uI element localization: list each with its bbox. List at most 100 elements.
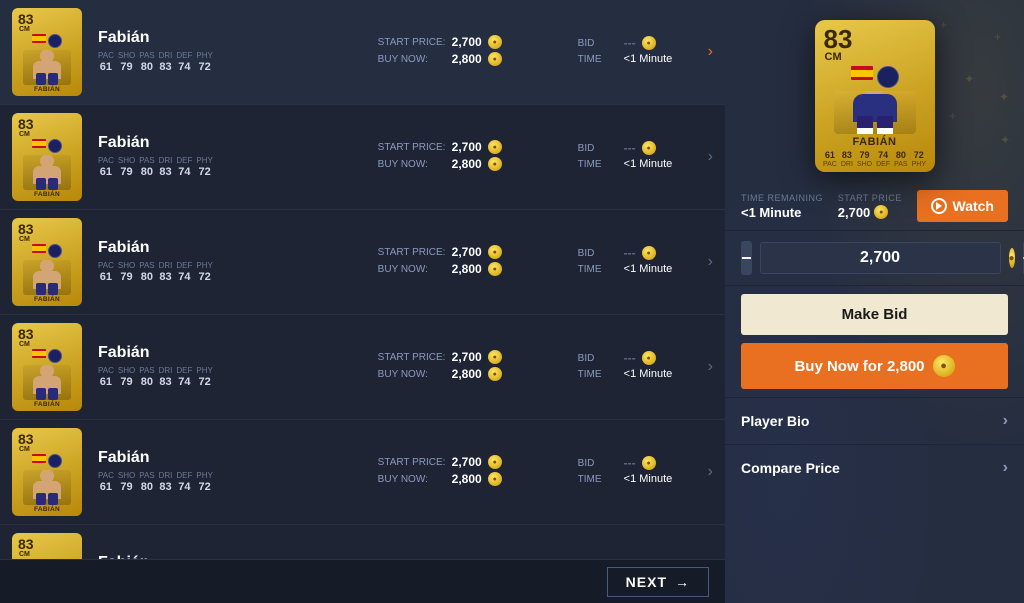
card-player-image <box>23 260 71 295</box>
buy-now-button[interactable]: Buy Now for 2,800 ● <box>741 343 1008 389</box>
stat-dri: DRI 83 <box>159 51 173 73</box>
bid-row: BID --- ● <box>578 36 692 50</box>
player-row[interactable]: 83 CM <box>0 420 725 525</box>
stat-pas: PAS 80 <box>139 156 154 178</box>
stat-pac: PAC 61 <box>98 51 114 73</box>
watch-label: Watch <box>953 198 994 214</box>
bid-row-value: --- <box>624 141 636 155</box>
player-row[interactable]: 83 CM <box>0 210 725 315</box>
bid-decrease-button[interactable]: − <box>741 241 752 275</box>
card-flags <box>32 139 62 153</box>
info-row: TIME REMAINING <1 Minute START PRICE 2,7… <box>725 182 1024 231</box>
bid-row-coin: ● <box>642 456 656 470</box>
stat-pas: PAS 80 <box>139 471 154 493</box>
buy-now-row-label: BUY NOW: <box>378 369 446 380</box>
card-player-image <box>23 155 71 190</box>
player-row[interactable]: 83 CM <box>0 0 725 105</box>
time-row: TIME <1 Minute <box>578 368 692 380</box>
flag-spain-icon <box>32 34 46 43</box>
stat-def: DEF 74 <box>176 366 192 388</box>
time-row: TIME <1 Minute <box>578 263 692 275</box>
player-info: Fabián PAC 61 SHO 79 PAS 80 <box>82 344 370 390</box>
card-position: CM <box>19 551 30 558</box>
next-label: NEXT <box>626 574 667 590</box>
stat-dri: DRI 83 <box>159 366 173 388</box>
stat-phy: PHY 72 <box>196 471 212 493</box>
hero-name: FABIÁN <box>853 136 897 148</box>
start-price-row-value: 2,700 <box>452 140 482 154</box>
bid-section: BID --- ● TIME <1 Minute <box>570 246 700 278</box>
buy-now-row-value: 2,800 <box>452 52 482 66</box>
stat-def: DEF 74 <box>176 261 192 283</box>
player-row[interactable]: 83 CM <box>0 525 725 559</box>
row-chevron-icon: › <box>708 358 713 376</box>
compare-price-menu-item[interactable]: Compare Price › <box>725 444 1024 491</box>
start-price-row-value: 2,700 <box>452 455 482 469</box>
player-info: Fabián PAC 61 SHO 79 PAS 80 <box>82 134 370 180</box>
buy-now-row-label: BUY NOW: <box>378 474 446 485</box>
pricing-section: START PRICE: 2,700 ● BUY NOW: 2,800 ● <box>370 35 570 69</box>
player-card: 83 CM <box>12 113 82 201</box>
flag-spain-icon <box>32 244 46 253</box>
right-panel: ✦ ✦ + + ✦ + ✦ 83 CM <box>725 0 1024 603</box>
bid-row-coin: ● <box>642 246 656 260</box>
hero-icons <box>851 66 899 88</box>
bid-row-label: BID <box>578 38 618 49</box>
player-name: Fabián <box>98 449 150 467</box>
card-position: CM <box>19 131 30 138</box>
bid-row: BID --- ● <box>578 456 692 470</box>
bid-section: BID --- ● TIME <1 Minute <box>570 351 700 383</box>
stat-pac: PAC 61 <box>98 261 114 283</box>
player-name: Fabián <box>98 239 150 257</box>
buy-now-coin: ● <box>488 52 502 66</box>
card-name: FABIÁN <box>34 296 60 303</box>
next-button[interactable]: NEXT → <box>607 567 709 597</box>
buy-now-row-value: 2,800 <box>452 367 482 381</box>
player-bio-label: Player Bio <box>741 413 809 429</box>
card-player-image <box>23 470 71 505</box>
start-price-row: START PRICE: 2,700 ● <box>378 455 562 469</box>
stat-dri: DRI 83 <box>159 261 173 283</box>
player-list[interactable]: 83 CM <box>0 0 725 559</box>
card-rating: 83 <box>18 327 34 341</box>
player-info: Fabián PAC 61 SHO 79 PAS 80 <box>82 239 370 285</box>
bid-row-value: --- <box>624 246 636 260</box>
bid-row-label: BID <box>578 353 618 364</box>
watch-button[interactable]: Watch <box>917 190 1008 222</box>
card-flags <box>32 34 62 48</box>
bid-row-label: BID <box>578 248 618 259</box>
make-bid-button[interactable]: Make Bid <box>741 294 1008 335</box>
player-row[interactable]: 83 CM <box>0 105 725 210</box>
flag-spain-icon <box>32 349 46 358</box>
watch-play-icon <box>931 198 947 214</box>
card-name: FABIÁN <box>34 506 60 513</box>
buy-now-row-label: BUY NOW: <box>378 54 446 65</box>
card-name: FABIÁN <box>34 401 60 408</box>
club-icon <box>48 34 62 48</box>
bid-section: BID --- ● TIME <1 Minute <box>570 141 700 173</box>
pricing-section: START PRICE: 2,700 ● BUY NOW: 2,800 ● <box>370 245 570 279</box>
player-row[interactable]: 83 CM <box>0 315 725 420</box>
club-icon <box>48 454 62 468</box>
player-bio-menu-item[interactable]: Player Bio › <box>725 397 1024 444</box>
bid-amount-input[interactable] <box>760 242 1001 274</box>
start-price-row: START PRICE: 2,700 ● <box>378 245 562 259</box>
buy-now-coin: ● <box>488 367 502 381</box>
buy-now-coin-icon: ● <box>933 355 955 377</box>
buy-now-row-value: 2,800 <box>452 157 482 171</box>
card-rating: 83 <box>18 117 34 131</box>
start-price-coin-icon: ● <box>874 205 888 219</box>
hero-stat-sho: 79 SHO <box>857 151 872 168</box>
card-rating: 83 <box>18 12 34 26</box>
buy-now-coin: ● <box>488 157 502 171</box>
time-row-label: TIME <box>578 474 618 485</box>
start-price-coin: ● <box>488 455 502 469</box>
card-rating: 83 <box>18 432 34 446</box>
pricing-section: START PRICE: 2,700 ● BUY NOW: 2,800 ● <box>370 455 570 489</box>
buy-now-row: BUY NOW: 2,800 ● <box>378 52 562 66</box>
card-rating: 83 <box>18 537 34 551</box>
club-icon <box>48 244 62 258</box>
stat-phy: PHY 72 <box>196 366 212 388</box>
start-price-coin: ● <box>488 140 502 154</box>
player-name: Fabián <box>98 344 150 362</box>
